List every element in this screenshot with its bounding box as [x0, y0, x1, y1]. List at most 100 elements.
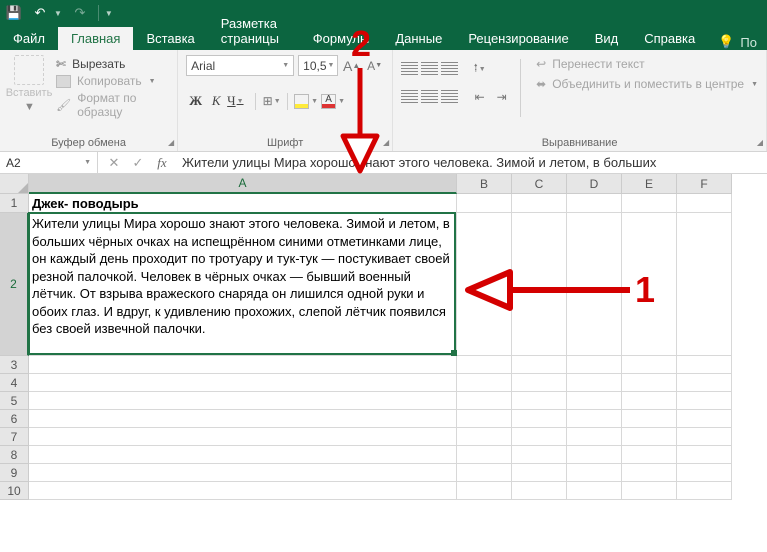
- dialog-launcher-icon[interactable]: ◢: [168, 138, 174, 147]
- cell-F1[interactable]: [677, 194, 732, 213]
- cell-C7[interactable]: [512, 428, 567, 446]
- font-name-select[interactable]: Arial▼: [186, 55, 294, 76]
- fill-color-button[interactable]: ▼: [294, 94, 318, 109]
- cell-E4[interactable]: [622, 374, 677, 392]
- copy-button[interactable]: Копировать ▼: [56, 74, 169, 88]
- align-middle-icon[interactable]: [421, 62, 438, 76]
- merge-center-button[interactable]: ⬌ Объединить и поместить в центре ▼: [536, 77, 758, 91]
- row-header-10[interactable]: 10: [0, 482, 29, 500]
- cell-B4[interactable]: [457, 374, 512, 392]
- name-box[interactable]: A2 ▼: [0, 152, 98, 173]
- row-header-2[interactable]: 2: [0, 213, 29, 356]
- underline-button[interactable]: Ч▼: [227, 93, 249, 109]
- cell-E10[interactable]: [622, 482, 677, 500]
- dialog-launcher-icon[interactable]: ◢: [757, 138, 763, 147]
- cell-F3[interactable]: [677, 356, 732, 374]
- cell-F9[interactable]: [677, 464, 732, 482]
- cancel-icon[interactable]: ✕: [102, 155, 126, 171]
- col-header-F[interactable]: F: [677, 174, 732, 194]
- col-header-A[interactable]: A: [29, 174, 457, 194]
- row-header-9[interactable]: 9: [0, 464, 29, 482]
- cell-D3[interactable]: [567, 356, 622, 374]
- cell-E8[interactable]: [622, 446, 677, 464]
- tab-data[interactable]: Данные: [382, 27, 455, 50]
- cell-F8[interactable]: [677, 446, 732, 464]
- row-header-5[interactable]: 5: [0, 392, 29, 410]
- increase-font-icon[interactable]: A▲: [342, 56, 361, 76]
- cell-F10[interactable]: [677, 482, 732, 500]
- row-header-3[interactable]: 3: [0, 356, 29, 374]
- tab-help[interactable]: Справка: [631, 27, 708, 50]
- cell-A1[interactable]: Джек- поводырь: [29, 194, 457, 213]
- orientation-button[interactable]: ⭫▼: [470, 59, 489, 79]
- decrease-indent-icon[interactable]: ⇤: [470, 87, 489, 107]
- cell-F4[interactable]: [677, 374, 732, 392]
- cell-E6[interactable]: [622, 410, 677, 428]
- cell-A2[interactable]: Жители улицы Мира хорошо знают этого чел…: [29, 213, 457, 356]
- cell-F2[interactable]: [677, 213, 732, 356]
- cell-C2[interactable]: [512, 213, 567, 356]
- row-header-8[interactable]: 8: [0, 446, 29, 464]
- paste-button[interactable]: Вставить ▼: [8, 55, 50, 149]
- undo-dropdown-icon[interactable]: ▼: [54, 9, 62, 18]
- cell-F5[interactable]: [677, 392, 732, 410]
- cell-A7[interactable]: [29, 428, 457, 446]
- tab-home[interactable]: Главная: [58, 27, 133, 50]
- tab-review[interactable]: Рецензирование: [455, 27, 581, 50]
- cell-A4[interactable]: [29, 374, 457, 392]
- cell-C10[interactable]: [512, 482, 567, 500]
- cell-A8[interactable]: [29, 446, 457, 464]
- col-header-C[interactable]: C: [512, 174, 567, 194]
- align-center-icon[interactable]: [421, 90, 438, 104]
- col-header-D[interactable]: D: [567, 174, 622, 194]
- cell-B6[interactable]: [457, 410, 512, 428]
- cut-button[interactable]: ✄ Вырезать: [56, 57, 169, 71]
- tab-file[interactable]: Файл: [0, 27, 58, 50]
- font-size-select[interactable]: 10,5▼: [298, 55, 338, 76]
- col-header-B[interactable]: B: [457, 174, 512, 194]
- cell-A3[interactable]: [29, 356, 457, 374]
- cell-D6[interactable]: [567, 410, 622, 428]
- decrease-font-icon[interactable]: A▼: [365, 56, 384, 76]
- cell-B10[interactable]: [457, 482, 512, 500]
- cell-A5[interactable]: [29, 392, 457, 410]
- tell-me[interactable]: 💡 По: [708, 34, 767, 50]
- cell-E1[interactable]: [622, 194, 677, 213]
- bold-button[interactable]: Ж: [186, 93, 205, 109]
- font-color-button[interactable]: A▼: [321, 94, 345, 109]
- row-header-7[interactable]: 7: [0, 428, 29, 446]
- wrap-text-button[interactable]: ↩ Перенести текст: [536, 57, 758, 71]
- row-header-6[interactable]: 6: [0, 410, 29, 428]
- cell-D7[interactable]: [567, 428, 622, 446]
- cell-C8[interactable]: [512, 446, 567, 464]
- enter-icon[interactable]: ✓: [126, 155, 150, 171]
- dialog-launcher-icon[interactable]: ◢: [383, 138, 389, 147]
- save-icon[interactable]: 💾: [6, 5, 22, 21]
- qat-customize-icon[interactable]: ▼: [105, 9, 113, 18]
- cell-D4[interactable]: [567, 374, 622, 392]
- align-left-icon[interactable]: [401, 90, 418, 104]
- cell-C4[interactable]: [512, 374, 567, 392]
- col-header-E[interactable]: E: [622, 174, 677, 194]
- cell-D5[interactable]: [567, 392, 622, 410]
- cell-F7[interactable]: [677, 428, 732, 446]
- cell-B8[interactable]: [457, 446, 512, 464]
- cell-E2[interactable]: [622, 213, 677, 356]
- cell-D1[interactable]: [567, 194, 622, 213]
- align-top-icon[interactable]: [401, 62, 418, 76]
- cell-A9[interactable]: [29, 464, 457, 482]
- align-bottom-icon[interactable]: [441, 62, 458, 76]
- cell-B2[interactable]: [457, 213, 512, 356]
- cell-C3[interactable]: [512, 356, 567, 374]
- cell-A10[interactable]: [29, 482, 457, 500]
- cell-E9[interactable]: [622, 464, 677, 482]
- italic-button[interactable]: К: [208, 93, 224, 109]
- borders-button[interactable]: ⊞▼: [262, 91, 281, 111]
- cell-B1[interactable]: [457, 194, 512, 213]
- cell-A6[interactable]: [29, 410, 457, 428]
- cell-C5[interactable]: [512, 392, 567, 410]
- fx-icon[interactable]: fx: [150, 155, 174, 171]
- tab-view[interactable]: Вид: [582, 27, 632, 50]
- cell-D9[interactable]: [567, 464, 622, 482]
- row-header-4[interactable]: 4: [0, 374, 29, 392]
